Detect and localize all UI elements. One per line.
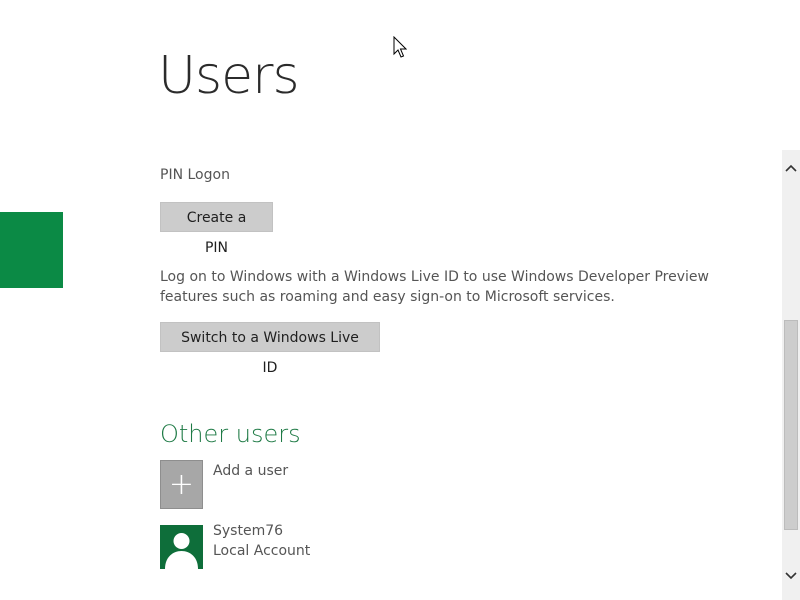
live-id-description: Log on to Windows with a Windows Live ID… xyxy=(160,269,709,305)
scroll-up-arrow-icon[interactable] xyxy=(782,160,800,178)
vertical-scrollbar[interactable] xyxy=(782,150,800,600)
page-title: Users xyxy=(158,46,300,106)
user-avatar[interactable] xyxy=(160,525,203,569)
create-pin-button[interactable]: Create a PIN xyxy=(160,202,273,256)
pin-logon-label: PIN Logon xyxy=(160,167,230,183)
mouse-cursor-icon xyxy=(393,36,407,58)
plus-icon: + xyxy=(168,467,195,502)
add-user-label[interactable]: Add a user xyxy=(213,461,288,481)
scrollbar-thumb[interactable] xyxy=(784,320,798,530)
scroll-down-arrow-icon[interactable] xyxy=(782,568,800,586)
users-settings-page: Users PIN Logon Create a PIN Log on to W… xyxy=(0,0,800,600)
person-icon xyxy=(165,533,198,569)
add-user-tile[interactable]: + xyxy=(160,460,203,509)
other-users-heading: Other users xyxy=(160,420,301,448)
user-account-type: Local Account xyxy=(213,543,311,559)
user-name[interactable]: System76 xyxy=(213,521,283,541)
switch-live-id-button[interactable]: Switch to a Windows Live ID xyxy=(160,322,380,376)
accent-tile xyxy=(0,212,63,288)
